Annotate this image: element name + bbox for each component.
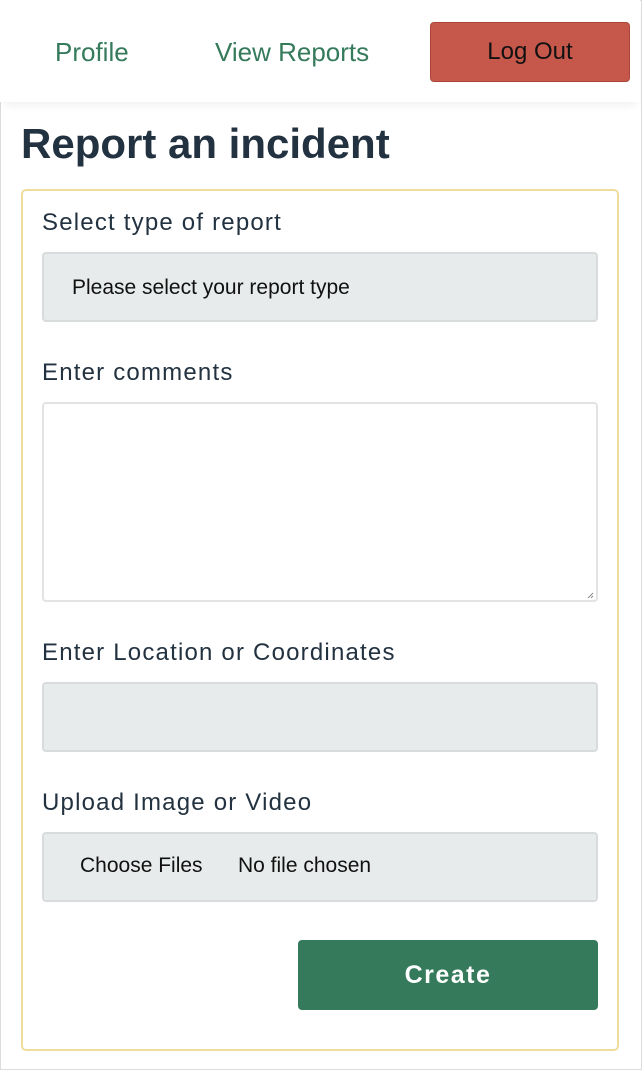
file-upload-input: Choose Files No file chosen xyxy=(42,832,598,902)
location-label: Enter Location or Coordinates xyxy=(42,639,396,666)
page-title: Report an incident xyxy=(21,120,390,167)
create-button[interactable]: Create xyxy=(298,940,598,1010)
logout-button[interactable]: Log Out xyxy=(430,22,630,82)
choose-files-button[interactable]: Choose Files xyxy=(80,853,203,879)
report-type-select[interactable]: Please select your report type xyxy=(42,252,598,322)
top-navbar: Profile View Reports Log Out xyxy=(0,0,640,102)
file-status-text: No file chosen xyxy=(238,854,372,877)
nav-profile-link[interactable]: Profile xyxy=(55,36,129,68)
upload-label: Upload Image or Video xyxy=(42,789,313,816)
comments-label: Enter comments xyxy=(42,359,234,386)
report-type-selected-value: Please select your report type xyxy=(72,276,350,299)
report-type-label: Select type of report xyxy=(42,209,282,236)
location-input[interactable] xyxy=(42,682,598,752)
nav-view-reports-link[interactable]: View Reports xyxy=(215,36,369,68)
resize-grip-icon[interactable] xyxy=(586,591,594,599)
comments-textarea[interactable] xyxy=(42,402,598,602)
